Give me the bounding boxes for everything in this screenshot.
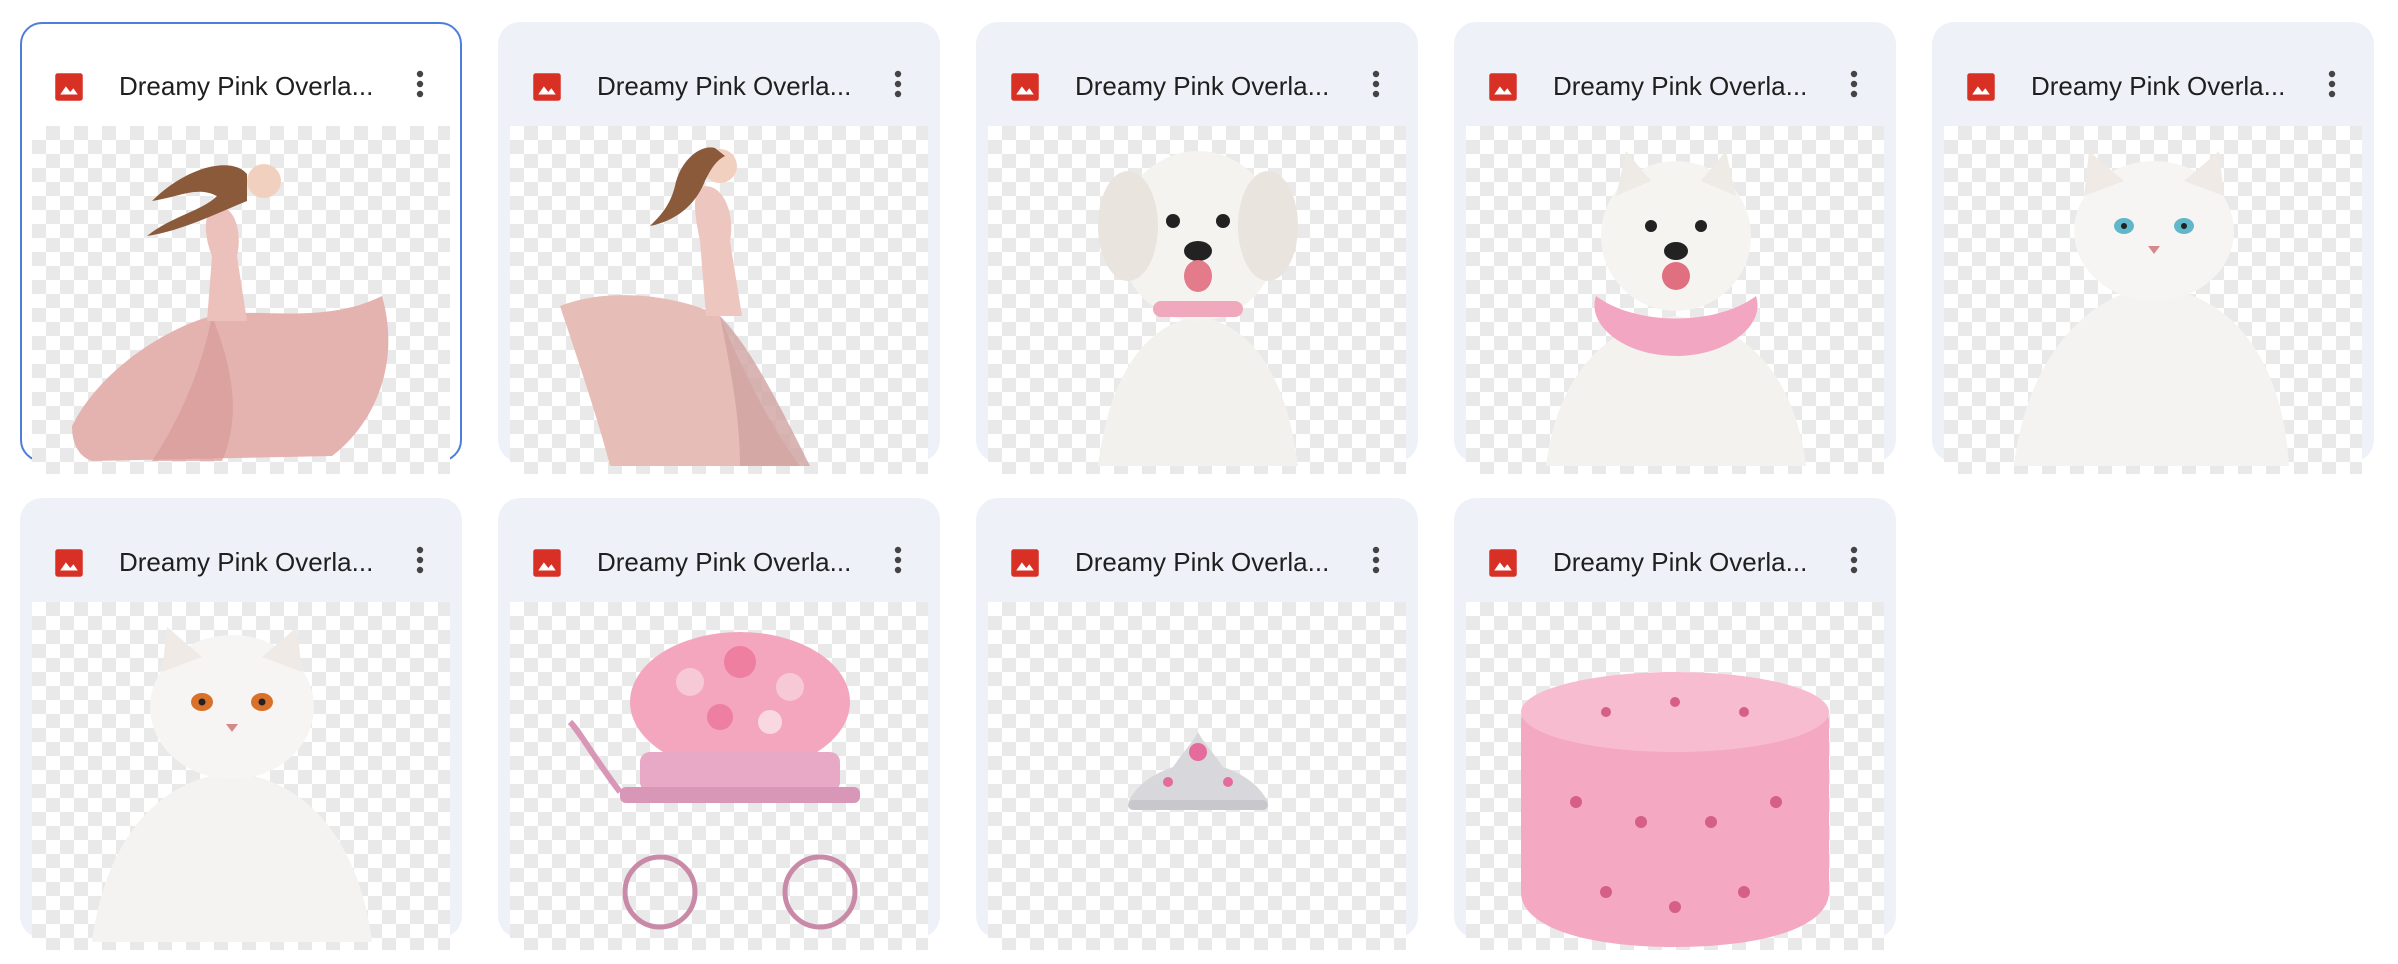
image-file-icon bbox=[533, 549, 561, 577]
file-card[interactable]: Dreamy Pink Overla... bbox=[498, 22, 940, 474]
file-thumbnail bbox=[32, 126, 450, 474]
file-card-header: Dreamy Pink Overla... bbox=[1454, 498, 1896, 582]
file-card[interactable]: Dreamy Pink Overla... bbox=[976, 22, 1418, 474]
file-grid: Dreamy Pink Overla... Dreamy Pink Overla… bbox=[0, 0, 2398, 964]
more-vert-icon bbox=[894, 70, 902, 98]
file-card[interactable]: Dreamy Pink Overla... bbox=[20, 498, 462, 950]
more-actions-button[interactable] bbox=[1832, 62, 1876, 106]
file-card[interactable]: Dreamy Pink Overla... bbox=[1932, 22, 2374, 474]
file-name: Dreamy Pink Overla... bbox=[1075, 71, 1330, 101]
file-name: Dreamy Pink Overla... bbox=[1075, 547, 1330, 577]
more-vert-icon bbox=[416, 546, 424, 574]
girl-in-pink-dress-image bbox=[560, 147, 810, 466]
more-actions-button[interactable] bbox=[2310, 62, 2354, 106]
white-dog-image bbox=[1098, 151, 1298, 466]
more-vert-icon bbox=[1372, 70, 1380, 98]
file-thumbnail bbox=[32, 602, 450, 950]
file-card[interactable]: Dreamy Pink Overla... bbox=[1454, 498, 1896, 950]
file-thumbnail bbox=[1466, 602, 1884, 950]
more-vert-icon bbox=[1372, 546, 1380, 574]
more-actions-button[interactable] bbox=[1354, 62, 1398, 106]
file-name: Dreamy Pink Overla... bbox=[597, 71, 852, 101]
file-name: Dreamy Pink Overla... bbox=[597, 547, 852, 577]
tiara-image bbox=[1128, 732, 1268, 810]
file-card-header: Dreamy Pink Overla... bbox=[20, 498, 462, 582]
file-name: Dreamy Pink Overla... bbox=[119, 547, 374, 577]
white-cat-image bbox=[2014, 151, 2289, 466]
more-actions-button[interactable] bbox=[1354, 538, 1398, 582]
file-card-header: Dreamy Pink Overla... bbox=[1932, 22, 2374, 106]
flower-carriage-image bbox=[567, 632, 860, 930]
more-actions-button[interactable] bbox=[876, 62, 920, 106]
samoyed-image bbox=[1546, 151, 1806, 466]
file-thumbnail bbox=[1466, 126, 1884, 474]
white-cat-image bbox=[92, 627, 372, 942]
file-card[interactable]: Dreamy Pink Overla... bbox=[1454, 22, 1896, 474]
pink-pouf-image bbox=[1521, 672, 1829, 947]
file-card[interactable]: Dreamy Pink Overla... bbox=[20, 22, 462, 474]
file-thumbnail bbox=[988, 126, 1406, 474]
file-name: Dreamy Pink Overla... bbox=[1553, 71, 1808, 101]
girl-in-pink-dress-image bbox=[72, 164, 389, 461]
file-thumbnail bbox=[510, 602, 928, 950]
file-card-header: Dreamy Pink Overla... bbox=[1454, 22, 1896, 106]
file-card[interactable]: Dreamy Pink Overla... bbox=[498, 498, 940, 950]
more-vert-icon bbox=[1850, 546, 1858, 574]
file-thumbnail bbox=[988, 602, 1406, 950]
more-actions-button[interactable] bbox=[398, 62, 442, 106]
file-card-header: Dreamy Pink Overla... bbox=[976, 22, 1418, 106]
more-actions-button[interactable] bbox=[398, 538, 442, 582]
image-file-icon bbox=[1011, 549, 1039, 577]
file-card-header: Dreamy Pink Overla... bbox=[22, 24, 460, 108]
file-card-header: Dreamy Pink Overla... bbox=[498, 22, 940, 106]
file-name: Dreamy Pink Overla... bbox=[119, 71, 374, 101]
more-vert-icon bbox=[2328, 70, 2336, 98]
file-card[interactable]: Dreamy Pink Overla... bbox=[976, 498, 1418, 950]
more-vert-icon bbox=[894, 546, 902, 574]
file-name: Dreamy Pink Overla... bbox=[2031, 71, 2286, 101]
file-card-header: Dreamy Pink Overla... bbox=[498, 498, 940, 582]
more-actions-button[interactable] bbox=[876, 538, 920, 582]
file-name: Dreamy Pink Overla... bbox=[1553, 547, 1808, 577]
image-file-icon bbox=[533, 73, 561, 101]
file-card-header: Dreamy Pink Overla... bbox=[976, 498, 1418, 582]
more-actions-button[interactable] bbox=[1832, 538, 1876, 582]
file-thumbnail bbox=[510, 126, 928, 474]
image-file-icon bbox=[55, 73, 83, 101]
image-file-icon bbox=[55, 549, 83, 577]
file-thumbnail bbox=[1944, 126, 2362, 474]
more-vert-icon bbox=[1850, 70, 1858, 98]
image-file-icon bbox=[1489, 549, 1517, 577]
image-file-icon bbox=[1967, 73, 1995, 101]
image-file-icon bbox=[1489, 73, 1517, 101]
image-file-icon bbox=[1011, 73, 1039, 101]
more-vert-icon bbox=[416, 70, 424, 98]
